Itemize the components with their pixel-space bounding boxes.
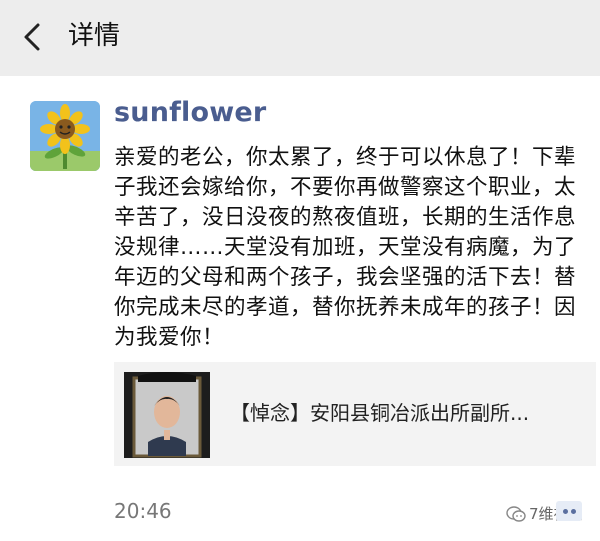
memorial-photo-icon (124, 372, 210, 458)
top-navigation-bar: 详情 (0, 0, 600, 76)
avatar[interactable] (30, 101, 100, 171)
shared-link-card[interactable]: 【悼念】安阳县铜冶派出所副所... (114, 362, 596, 466)
sunflower-avatar-icon (30, 101, 100, 171)
more-dots-icon[interactable] (556, 501, 582, 521)
wechat-icon (506, 506, 526, 522)
page-title: 详情 (68, 21, 121, 51)
chevron-left-icon[interactable] (18, 22, 48, 52)
link-thumbnail (124, 372, 210, 458)
post-text: 亲爱的老公，你太累了，终于可以休息了！下辈子我还会嫁给你，不要你再做警察这个职业… (114, 145, 577, 350)
link-title: 【悼念】安阳县铜冶派出所副所... (230, 401, 530, 425)
post-time: 20:46 (114, 499, 172, 523)
author-name[interactable]: sunflower (114, 96, 266, 130)
